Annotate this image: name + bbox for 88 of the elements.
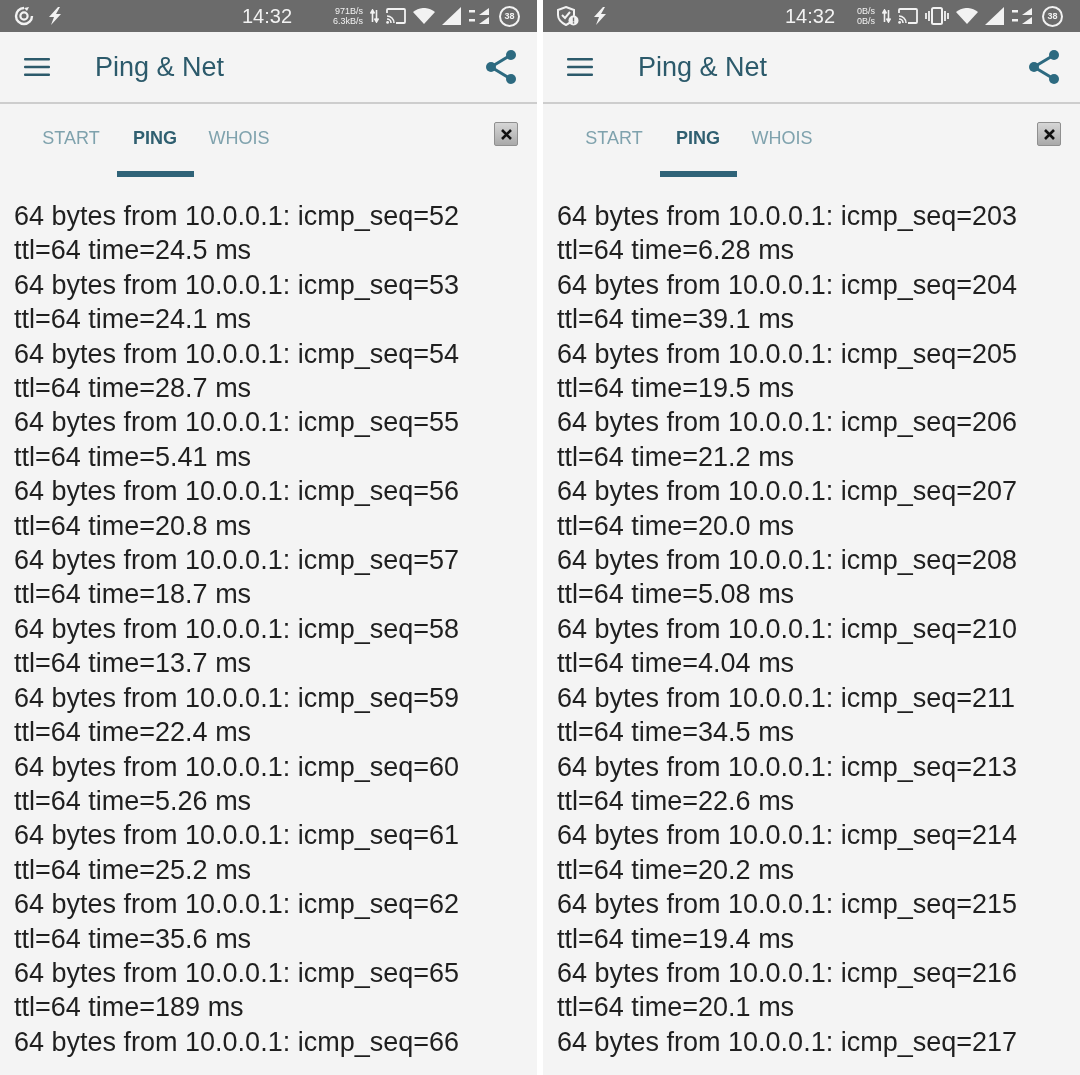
share-icon[interactable]	[1027, 49, 1061, 85]
output-line: ttl=64 time=13.7 ms	[14, 647, 253, 681]
wifi-icon	[956, 8, 978, 24]
output-line: ttl=64 time=20.0 ms	[557, 509, 796, 543]
output-line: ttl=64 time=24.1 ms	[14, 303, 253, 337]
close-icon	[1043, 128, 1055, 140]
output-line: ttl=64 time=5.26 ms	[14, 784, 253, 818]
output-line: ttl=64 time=25.2 ms	[14, 853, 253, 887]
tab[interactable]: PING	[656, 104, 740, 177]
tab[interactable]: START	[29, 104, 113, 177]
output-line: ttl=64 time=39.1 ms	[557, 303, 796, 337]
output-line: 64 bytes from 10.0.0.1: icmp_seq=214	[557, 819, 1019, 853]
output-line: 64 bytes from 10.0.0.1: icmp_seq=206	[557, 406, 1019, 440]
status-time: 14:32	[783, 4, 837, 28]
lightning-bolt-icon	[593, 7, 607, 25]
cast-icon	[386, 8, 406, 24]
output-line: 64 bytes from 10.0.0.1: icmp_seq=216	[557, 956, 1019, 990]
data-arrows-icon	[882, 9, 891, 23]
close-icon	[500, 128, 512, 140]
tab[interactable]: WHOIS	[740, 104, 824, 177]
app-title: Ping & Net	[638, 51, 768, 83]
share-icon[interactable]	[484, 49, 518, 85]
output-line: 64 bytes from 10.0.0.1: icmp_seq=62	[14, 888, 460, 922]
shield-icon	[557, 6, 579, 26]
output-line: 64 bytes from 10.0.0.1: icmp_seq=57	[14, 544, 460, 578]
output-line: 64 bytes from 10.0.0.1: icmp_seq=56	[14, 475, 460, 509]
output-line: 64 bytes from 10.0.0.1: icmp_seq=207	[557, 475, 1019, 509]
close-button[interactable]	[494, 122, 518, 146]
output-line: ttl=64 time=4.04 ms	[557, 647, 796, 681]
output-line: ttl=64 time=20.1 ms	[557, 991, 796, 1025]
output-line: 64 bytes from 10.0.0.1: icmp_seq=210	[557, 612, 1019, 646]
output-line: 64 bytes from 10.0.0.1: icmp_seq=61	[14, 819, 460, 853]
output-line: 64 bytes from 10.0.0.1: icmp_seq=54	[14, 337, 460, 371]
output-line: ttl=64 time=18.7 ms	[14, 578, 253, 612]
output-line: 64 bytes from 10.0.0.1: icmp_seq=65	[14, 956, 460, 990]
tab[interactable]: WHOIS	[197, 104, 281, 177]
network-speed: 971B/s	[334, 6, 363, 16]
menu-icon[interactable]	[24, 58, 50, 76]
output-line: 64 bytes from 10.0.0.1: icmp_seq=215	[557, 888, 1019, 922]
cell-signal-icon	[442, 7, 461, 25]
output-line: 64 bytes from 10.0.0.1: icmp_seq=208	[557, 544, 1019, 578]
output-line: ttl=64 time=35.6 ms	[14, 922, 253, 956]
output-line: ttl=64 time=21.2 ms	[557, 440, 796, 474]
dual-signal-icon	[1011, 8, 1032, 24]
output-line: ttl=64 time=189 ms	[14, 991, 245, 1025]
app-title: Ping & Net	[95, 51, 225, 83]
cast-icon	[898, 8, 918, 24]
output-line: 64 bytes from 10.0.0.1: icmp_seq=52	[14, 200, 460, 233]
dual-signal-icon	[468, 8, 489, 24]
output-line: 64 bytes from 10.0.0.1: icmp_seq=203	[557, 200, 1019, 233]
cell-signal-icon	[985, 7, 1004, 25]
output-line: ttl=64 time=19.5 ms	[557, 372, 796, 406]
output-line: 64 bytes from 10.0.0.1: icmp_seq=213	[557, 750, 1019, 784]
output-line: ttl=64 time=20.2 ms	[557, 853, 796, 887]
output-line: 64 bytes from 10.0.0.1: icmp_seq=60	[14, 750, 460, 784]
data-arrows-icon	[370, 9, 379, 23]
swirl-icon	[14, 6, 34, 26]
output-line: 64 bytes from 10.0.0.1: icmp_seq=66	[14, 1025, 460, 1059]
output-line: 64 bytes from 10.0.0.1: icmp_seq=55	[14, 406, 460, 440]
output-line: 64 bytes from 10.0.0.1: icmp_seq=205	[557, 337, 1019, 371]
wifi-icon	[413, 8, 435, 24]
output-line: 64 bytes from 10.0.0.1: icmp_seq=217	[557, 1025, 1019, 1059]
lightning-bolt-icon	[48, 7, 62, 25]
output-line: ttl=64 time=6.28 ms	[557, 234, 796, 268]
output-line: 64 bytes from 10.0.0.1: icmp_seq=58	[14, 612, 460, 646]
output-line: ttl=64 time=22.4 ms	[14, 716, 253, 750]
output-line: ttl=64 time=34.5 ms	[557, 716, 796, 750]
output-line: ttl=64 time=24.5 ms	[14, 234, 253, 268]
output-line: 64 bytes from 10.0.0.1: icmp_seq=211	[557, 681, 1017, 715]
network-speed: 6.3kB/s	[333, 16, 363, 26]
battery-indicator: 38	[1042, 5, 1063, 27]
output-line: 64 bytes from 10.0.0.1: icmp_seq=204	[557, 268, 1019, 302]
output-line: ttl=64 time=28.7 ms	[14, 372, 253, 406]
output-line: ttl=64 time=22.6 ms	[557, 784, 796, 818]
output-line: 64 bytes from 10.0.0.1: icmp_seq=59	[14, 681, 460, 715]
output-line: 64 bytes from 10.0.0.1: icmp_seq=53	[14, 268, 460, 302]
close-button[interactable]	[1037, 122, 1061, 146]
battery-indicator: 38	[499, 5, 520, 27]
network-speed: 0B/s	[857, 16, 875, 26]
tab[interactable]: PING	[113, 104, 197, 177]
menu-icon[interactable]	[567, 58, 593, 76]
output-line: ttl=64 time=5.08 ms	[557, 578, 796, 612]
output-line: ttl=64 time=20.8 ms	[14, 509, 253, 543]
tab[interactable]: START	[572, 104, 656, 177]
output-line: ttl=64 time=19.4 ms	[557, 922, 796, 956]
status-time: 14:32	[240, 4, 294, 28]
output-line: ttl=64 time=5.41 ms	[14, 440, 253, 474]
network-speed: 0B/s	[857, 6, 875, 16]
